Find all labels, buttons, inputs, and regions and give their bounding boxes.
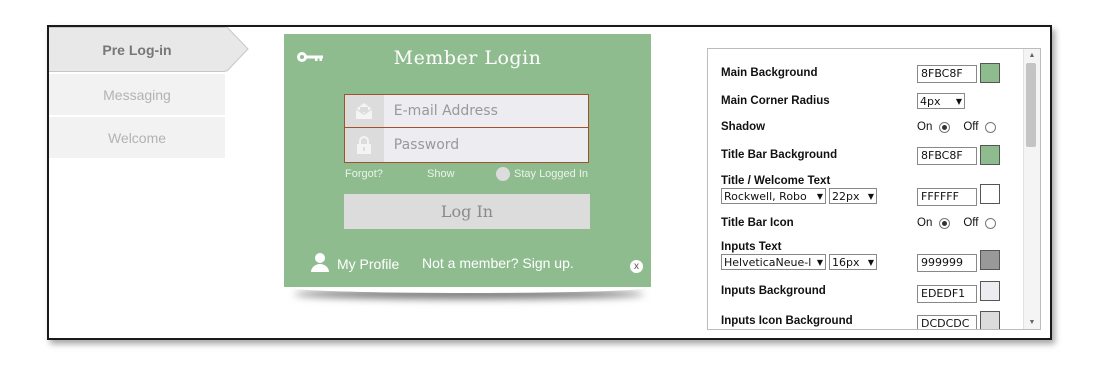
chevron-down-icon: ▼ bbox=[867, 257, 874, 267]
setting-label: Shadow bbox=[721, 121, 766, 133]
login-title: Member Login bbox=[393, 47, 542, 69]
setting-label: Title / Welcome Text bbox=[721, 175, 831, 187]
inputs-background-input[interactable]: EDEDF1 bbox=[917, 285, 977, 303]
login-widget: Member Login Forgo bbox=[284, 34, 651, 287]
title-text-color-swatch[interactable] bbox=[980, 184, 1000, 204]
settings-panel: Main Background 8FBC8F Main Corner Radiu… bbox=[707, 48, 1041, 330]
stay-logged-in-label: Stay Logged In bbox=[514, 168, 589, 180]
inputs-background-swatch[interactable] bbox=[980, 281, 1000, 301]
tab-pre-login[interactable]: Pre Log-in bbox=[49, 27, 249, 72]
radio-label-off: Off bbox=[963, 217, 979, 229]
select-value: 22px bbox=[832, 189, 860, 203]
forgot-link[interactable]: Forgot? bbox=[345, 168, 383, 180]
tab-welcome[interactable]: Welcome bbox=[49, 117, 225, 160]
select-value: HelveticaNeue-l bbox=[724, 255, 812, 269]
tab-arrow bbox=[225, 27, 249, 72]
setting-title-welcome-text: Title / Welcome Text bbox=[721, 175, 991, 187]
select-value: 4px bbox=[920, 94, 941, 108]
scrollbar-thumb[interactable] bbox=[1026, 63, 1036, 147]
radio-label-on: On bbox=[917, 217, 933, 229]
settings-scrollbar[interactable]: ▲ ▼ bbox=[1023, 49, 1040, 329]
chevron-down-icon: ▼ bbox=[867, 191, 874, 201]
setting-label: Inputs Background bbox=[721, 285, 826, 297]
login-footer: My Profile Not a member? Sign up. x bbox=[284, 252, 651, 276]
inputs-text-color-input[interactable]: 999999 bbox=[917, 254, 977, 272]
tab-label: Messaging bbox=[103, 86, 171, 103]
tab-messaging[interactable]: Messaging bbox=[49, 74, 225, 117]
app-frame: Pre Log-in Messaging Welcome Member Logi… bbox=[47, 25, 1052, 340]
login-links: Forgot? Show Stay Logged In bbox=[284, 167, 651, 186]
title-bar-background-input[interactable]: 8FBC8F bbox=[917, 147, 977, 165]
my-profile-link[interactable]: My Profile bbox=[310, 252, 399, 272]
shadow-off-radio[interactable] bbox=[985, 121, 997, 133]
login-button[interactable]: Log In bbox=[344, 194, 590, 229]
inputs-icon-background-swatch[interactable] bbox=[980, 311, 1000, 329]
radio-label-on: On bbox=[917, 121, 933, 133]
setting-label: Title Bar Icon bbox=[721, 217, 794, 229]
setting-label: Inputs Text bbox=[721, 241, 782, 253]
email-input[interactable] bbox=[383, 95, 588, 127]
inputs-icon-background-input[interactable]: DCDCDC bbox=[917, 315, 977, 329]
main-background-input[interactable]: 8FBC8F bbox=[917, 65, 977, 83]
user-icon bbox=[311, 253, 329, 272]
inputs-font-select[interactable]: HelveticaNeue-l ▼ bbox=[721, 254, 826, 270]
setting-label: Main Background bbox=[721, 67, 818, 79]
setting-label: Inputs Icon Background bbox=[721, 315, 853, 327]
corner-radius-select[interactable]: 4px ▼ bbox=[917, 93, 965, 109]
tab-list: Pre Log-in Messaging Welcome bbox=[49, 27, 249, 160]
stay-logged-in-toggle[interactable]: Stay Logged In bbox=[496, 167, 588, 181]
stay-logged-in-checkbox[interactable] bbox=[496, 167, 510, 181]
setting-inputs-text: Inputs Text bbox=[721, 241, 991, 253]
title-text-color-input[interactable]: FFFFFF bbox=[917, 188, 977, 206]
scroll-down-icon[interactable]: ▼ bbox=[1024, 319, 1040, 326]
main-background-swatch[interactable] bbox=[980, 63, 1000, 83]
close-icon[interactable]: x bbox=[630, 260, 643, 273]
title-bar: Member Login bbox=[284, 34, 651, 80]
chevron-down-icon: ▼ bbox=[955, 96, 962, 106]
signup-link[interactable]: Not a member? Sign up. bbox=[422, 255, 574, 271]
title-bar-icon-off-radio[interactable] bbox=[985, 217, 997, 229]
chevron-down-icon: ▼ bbox=[816, 191, 823, 201]
chevron-down-icon: ▼ bbox=[816, 257, 823, 267]
title-bar-icon-on-radio[interactable] bbox=[939, 217, 951, 229]
inputs-text-color-swatch[interactable] bbox=[980, 250, 1000, 270]
password-field[interactable] bbox=[344, 128, 589, 163]
select-value: 16px bbox=[832, 255, 860, 269]
envelope-icon bbox=[345, 95, 384, 127]
scroll-up-icon[interactable]: ▲ bbox=[1024, 52, 1040, 59]
title-bar-background-swatch[interactable] bbox=[980, 145, 1000, 165]
email-field[interactable] bbox=[344, 94, 589, 128]
lock-icon bbox=[345, 128, 384, 162]
setting-label: Main Corner Radius bbox=[721, 95, 830, 107]
tab-label: Welcome bbox=[107, 129, 167, 146]
inputs-size-select[interactable]: 16px ▼ bbox=[829, 254, 877, 270]
show-password-link[interactable]: Show bbox=[427, 168, 455, 180]
title-size-select[interactable]: 22px ▼ bbox=[829, 188, 877, 204]
title-bar-icon-radio-group: On Off bbox=[917, 217, 1000, 229]
title-font-select[interactable]: Rockwell, Robo ▼ bbox=[721, 188, 826, 204]
shadow-on-radio[interactable] bbox=[939, 121, 951, 133]
setting-label: Title Bar Background bbox=[721, 149, 838, 161]
my-profile-label: My Profile bbox=[337, 256, 400, 272]
password-input[interactable] bbox=[383, 128, 588, 162]
select-value: Rockwell, Robo bbox=[724, 189, 807, 203]
radio-label-off: Off bbox=[963, 121, 979, 133]
shadow-radio-group: On Off bbox=[917, 121, 1000, 133]
tab-label: Pre Log-in bbox=[102, 41, 172, 58]
